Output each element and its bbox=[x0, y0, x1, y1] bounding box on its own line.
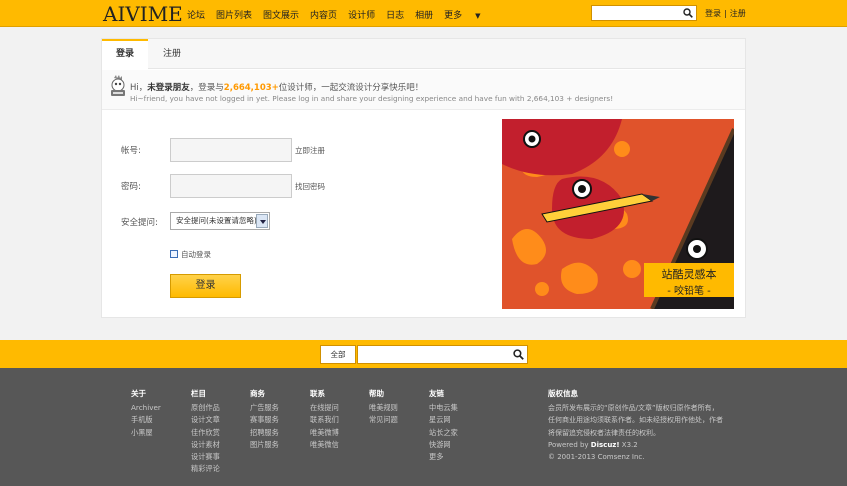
footer-col-title: 联系 bbox=[310, 389, 325, 398]
footer-col-about: 关于 Archiver 手机版 小黑屋 bbox=[131, 388, 161, 439]
dropdown-arrow-icon[interactable] bbox=[256, 214, 268, 228]
nav-item-album[interactable]: 相册 bbox=[415, 8, 433, 21]
footer-link[interactable]: 佳作欣赏 bbox=[191, 427, 220, 439]
nav-item-image-text[interactable]: 图文展示 bbox=[263, 8, 299, 21]
footer-link[interactable]: 图片服务 bbox=[250, 439, 279, 451]
login-submit-button[interactable]: 登录 bbox=[170, 274, 241, 298]
search-icon[interactable] bbox=[683, 8, 693, 18]
tab-bar: 登录 注册 bbox=[102, 39, 745, 70]
password-label: 密码: bbox=[121, 182, 141, 192]
copyright-title: 版权信息 bbox=[548, 389, 578, 398]
footer-col-help: 帮助 唯美规则 常见问题 bbox=[369, 388, 398, 427]
nav-item-content-page[interactable]: 内容页 bbox=[310, 8, 337, 21]
promo-title: 站酷灵感本 bbox=[661, 268, 717, 281]
footer-link[interactable]: 中电云集 bbox=[429, 402, 458, 414]
footer-link[interactable]: 快游网 bbox=[429, 439, 458, 451]
nav-item-more[interactable]: 更多 ▼ bbox=[444, 8, 491, 21]
footer-link[interactable]: 小黑屋 bbox=[131, 427, 161, 439]
tab-login[interactable]: 登录 bbox=[102, 39, 148, 70]
copyright-text: 会员所发布展示的“原创作品/文章”版权归原作者所有，任何商业用途均须联系作者。如… bbox=[548, 404, 723, 437]
welcome-hi: Hi， bbox=[130, 83, 148, 93]
footer-col-friend-links: 友链 中电云集 星云网 站长之家 快游网 更多 bbox=[429, 388, 458, 463]
bottom-search-input[interactable] bbox=[357, 345, 528, 364]
nav-item-blog[interactable]: 日志 bbox=[386, 8, 404, 21]
account-input[interactable] bbox=[170, 138, 292, 162]
footer-link[interactable]: Archiver bbox=[131, 402, 161, 414]
welcome-mid: ，登录与 bbox=[189, 83, 224, 93]
nav-item-forum[interactable]: 论坛 bbox=[187, 8, 205, 21]
footer-link[interactable]: 常见问题 bbox=[369, 414, 398, 426]
footer-link[interactable]: 设计赛事 bbox=[191, 451, 220, 463]
chevron-down-icon: ▼ bbox=[475, 12, 481, 20]
footer-link[interactable]: 唯美微信 bbox=[310, 439, 339, 451]
password-input[interactable] bbox=[170, 174, 292, 198]
footer-link[interactable]: 招聘服务 bbox=[250, 427, 279, 439]
header-search-input[interactable] bbox=[591, 5, 697, 21]
footer-col-title: 友链 bbox=[429, 389, 444, 398]
designer-count: 2,664,103+ bbox=[223, 83, 279, 93]
footer-link[interactable]: 精彩评论 bbox=[191, 463, 220, 475]
footer-col-title: 帮助 bbox=[369, 389, 384, 398]
footer-col-business: 商务 广告服务 赛事服务 招聘服务 图片服务 bbox=[250, 388, 279, 451]
footer-col-title: 商务 bbox=[250, 389, 265, 398]
security-question-select[interactable]: 安全提问(未设置请忽略) bbox=[170, 212, 270, 230]
auto-login-checkbox[interactable] bbox=[170, 250, 178, 258]
copy-line: © 2001-2013 Comsenz Inc. bbox=[548, 453, 645, 462]
account-label: 帐号: bbox=[121, 146, 141, 156]
nav-item-image-list[interactable]: 图片列表 bbox=[216, 8, 252, 21]
powered-prefix: Powered by bbox=[548, 440, 591, 449]
main-nav: 论坛 图片列表 图文展示 内容页 设计师 日志 相册 更多 ▼ bbox=[187, 8, 503, 21]
welcome-english: Hi~friend, you have not logged in yet. P… bbox=[130, 94, 614, 103]
register-now-link[interactable]: 立即注册 bbox=[295, 145, 325, 156]
footer-col-contact: 联系 在线提问 联系我们 唯美微博 唯美微信 bbox=[310, 388, 339, 451]
footer: 关于 Archiver 手机版 小黑屋 栏目 原创作品 设计文章 佳作欣赏 设计… bbox=[0, 368, 847, 486]
welcome-tail: 位设计师，一起交流设计分享快乐吧！ bbox=[278, 83, 424, 93]
footer-link[interactable]: 设计文章 bbox=[191, 414, 220, 426]
footer-col-title: 关于 bbox=[131, 389, 146, 398]
header-register-link[interactable]: 注册 bbox=[730, 9, 746, 18]
guest-label: 未登录朋友 bbox=[147, 83, 190, 93]
tab-register[interactable]: 注册 bbox=[148, 39, 196, 69]
footer-link[interactable]: 广告服务 bbox=[250, 402, 279, 414]
auth-links: 登录 | 注册 bbox=[705, 8, 746, 19]
promo-subtitle: - 咬铅笔 - bbox=[667, 286, 711, 297]
footer-col-title: 栏目 bbox=[191, 389, 206, 398]
footer-copyright: 版权信息 会员所发布展示的“原创作品/文章”版权归原作者所有，任何商业用途均须联… bbox=[548, 388, 723, 463]
search-band: 全部 bbox=[0, 340, 847, 368]
top-bar: AIVIME 论坛 图片列表 图文展示 内容页 设计师 日志 相册 更多 ▼ 登录… bbox=[0, 0, 847, 27]
promo-caption: 站酷灵感本 - 咬铅笔 - bbox=[644, 263, 734, 297]
search-scope-select[interactable]: 全部 bbox=[320, 345, 356, 364]
divider: | bbox=[724, 9, 727, 18]
site-logo[interactable]: AIVIME bbox=[103, 2, 183, 26]
footer-link[interactable]: 原创作品 bbox=[191, 402, 220, 414]
footer-link[interactable]: 在线提问 bbox=[310, 402, 339, 414]
footer-link[interactable]: 星云网 bbox=[429, 414, 458, 426]
welcome-banner: Hi，未登录朋友，登录与2,664,103+位设计师，一起交流设计分享快乐吧！ … bbox=[102, 70, 745, 110]
login-panel: 登录 注册 Hi，未登录朋友，登录与2,664,103+位设计师，一起交流设计分… bbox=[101, 38, 746, 318]
footer-link[interactable]: 联系我们 bbox=[310, 414, 339, 426]
footer-link[interactable]: 赛事服务 bbox=[250, 414, 279, 426]
nav-more-label: 更多 bbox=[444, 11, 463, 21]
search-icon[interactable] bbox=[513, 349, 524, 360]
auto-login-label[interactable]: 自动登录 bbox=[181, 249, 211, 260]
footer-col-sections: 栏目 原创作品 设计文章 佳作欣赏 设计素材 设计赛事 精彩评论 bbox=[191, 388, 220, 476]
footer-link[interactable]: 唯美规则 bbox=[369, 402, 398, 414]
promo-image[interactable]: 站酷灵感本 - 咬铅笔 - bbox=[502, 119, 734, 309]
discuz-link[interactable]: Discuz! bbox=[591, 441, 620, 449]
footer-link[interactable]: 唯美微博 bbox=[310, 427, 339, 439]
mascot-icon bbox=[111, 75, 125, 96]
security-question-value: 安全提问(未设置请忽略) bbox=[176, 216, 257, 225]
nav-item-designer[interactable]: 设计师 bbox=[348, 8, 375, 21]
forgot-password-link[interactable]: 找回密码 bbox=[295, 181, 325, 192]
footer-link[interactable]: 更多 bbox=[429, 451, 458, 463]
footer-link[interactable]: 设计素材 bbox=[191, 439, 220, 451]
security-question-label: 安全提问: bbox=[121, 218, 158, 228]
header-login-link[interactable]: 登录 bbox=[705, 9, 721, 18]
powered-by: Powered by Discuz! X3.2 bbox=[548, 439, 723, 451]
powered-version: X3.2 bbox=[619, 440, 638, 449]
footer-link[interactable]: 站长之家 bbox=[429, 427, 458, 439]
footer-link[interactable]: 手机版 bbox=[131, 414, 161, 426]
welcome-text: Hi，未登录朋友，登录与2,664,103+位设计师，一起交流设计分享快乐吧！ bbox=[130, 81, 423, 93]
